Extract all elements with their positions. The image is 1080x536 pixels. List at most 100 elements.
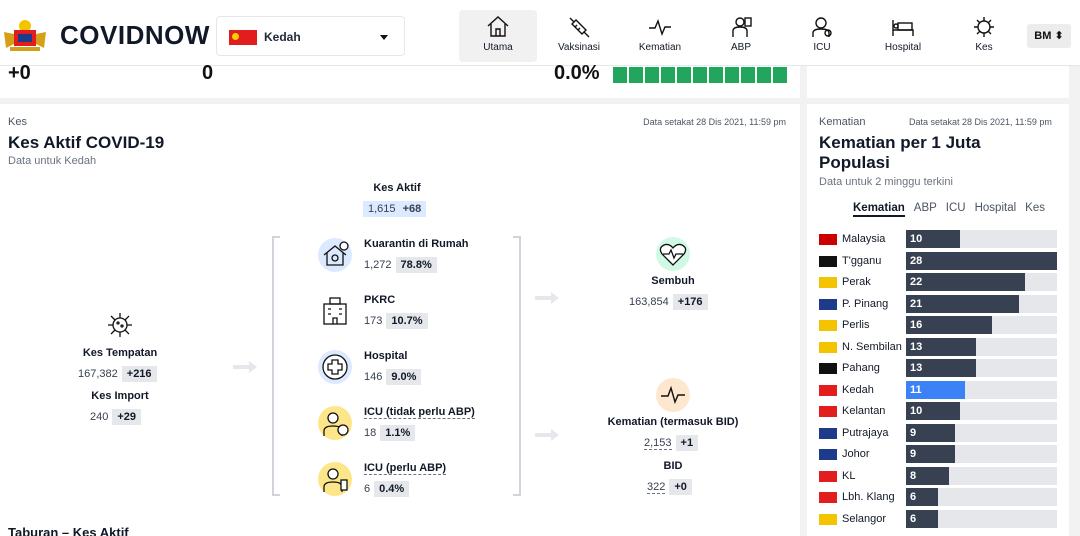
tab-abp[interactable]: ABP [702, 10, 780, 62]
chevron-down-icon [380, 35, 388, 40]
state-flag-icon [819, 320, 837, 331]
kes-aktif-card: Kes Data setakat 28 Dis 2021, 11:59 pm K… [0, 104, 800, 536]
home-icon [487, 16, 509, 37]
state-flag-icon [819, 406, 837, 417]
bar-track: 13 [906, 337, 1057, 356]
tab-icu[interactable]: ICU [946, 202, 966, 214]
bar-track: 9 [906, 423, 1057, 442]
state-name: Putrajaya [842, 426, 889, 439]
middle-values-1: 173 10.7% [364, 313, 428, 329]
bar-track: 8 [906, 466, 1057, 485]
state-row: Kelantan 10 [819, 402, 1059, 420]
middle-label-3[interactable]: ICU (tidak perlu ABP) [364, 406, 475, 419]
state-row: Lbh. Klang 6 [819, 488, 1059, 506]
data-timestamp: Data setakat 28 Dis 2021, 11:59 pm [643, 117, 786, 127]
bar-value: 22 [910, 276, 923, 288]
side-title-line1: Kematian per 1 Juta [819, 133, 981, 152]
kes-tempatan-value: 167,382 [78, 368, 118, 380]
bar-track: 9 [906, 445, 1057, 463]
state-row: Johor 9 [819, 445, 1059, 463]
middle-values-3: 18 1.1% [364, 425, 416, 441]
state-flag-icon [819, 427, 837, 439]
arrow-right-icon [535, 429, 559, 441]
kematian-label: Kematian (termasuk BID) [607, 416, 739, 428]
sembuh-values: 163,854 +176 [629, 294, 708, 310]
tab-utama[interactable]: Utama [459, 10, 537, 62]
tab-hospital[interactable]: Hospital [864, 10, 942, 62]
tab-kes[interactable]: Kes [945, 10, 1023, 62]
middle-label-1: PKRC [364, 294, 396, 306]
kematian-values: 2,153 +1 [644, 435, 699, 451]
card-eyebrow: Kes [8, 116, 27, 128]
bar-value: 13 [910, 362, 923, 374]
state-dropdown[interactable]: Kedah [216, 16, 405, 56]
bar-value: 16 [910, 319, 923, 331]
state-name: T'gganu [842, 254, 882, 267]
top-navigation-bar: COVIDNOW Kedah Utama Vaksinasi Kematian … [0, 0, 1080, 66]
strip-value-3: 0.0% [554, 62, 600, 84]
middle-label-2: Hospital [364, 350, 408, 362]
state-flag-icon [819, 513, 837, 525]
card-title: Kes Aktif COVID-19 [8, 133, 165, 152]
side-subtitle: Data untuk 2 minggu terkini [819, 176, 953, 188]
state-flag-icon [819, 449, 837, 460]
virus-icon [974, 17, 994, 37]
kes-aktif-label: Kes Aktif [373, 182, 421, 194]
bar-track: 6 [906, 509, 1057, 528]
tab-kematian[interactable]: Kematian [621, 10, 699, 62]
state-flag-icon [819, 277, 837, 288]
tab-hospital[interactable]: Hospital [975, 202, 1017, 214]
state-flag-icon [819, 384, 837, 396]
kes-tempatan-delta: +216 [121, 366, 157, 382]
bar-track: 10 [906, 230, 1057, 248]
icu-icon [812, 17, 832, 37]
kematian-per-juta-card: Kematian Data setakat 28 Dis 2021, 11:59… [807, 104, 1069, 536]
bar-fill [906, 273, 1025, 291]
language-selector[interactable]: BM ⬍ [1027, 24, 1071, 48]
middle-values-0: 1,272 78.8% [364, 257, 437, 273]
bar-fill [906, 251, 1057, 270]
tab-kematian[interactable]: Kematian [853, 202, 905, 217]
tab-kes[interactable]: Kes [1025, 202, 1045, 214]
bar-value: 28 [910, 254, 923, 267]
state-row: T'gganu 28 [819, 251, 1059, 270]
bar-value: 9 [910, 448, 917, 460]
kes-aktif-value: 1,615 [368, 203, 396, 215]
state-name: Perlis [842, 319, 870, 331]
tab-abp[interactable]: ABP [914, 202, 937, 214]
state-name: Kelantan [842, 405, 886, 417]
state-flag-icon [819, 492, 837, 503]
metric-tabs: Kematian ABP ICU Hospital Kes [853, 202, 1054, 217]
state-name: Selangor [842, 512, 887, 525]
state-flag-icon [819, 298, 837, 310]
bar-track: 11 [906, 380, 1057, 399]
app-title[interactable]: COVIDNOW [60, 20, 210, 51]
state-row: Selangor 6 [819, 509, 1059, 528]
bar-track: 22 [906, 273, 1057, 291]
middle-values-4: 6 0.4% [364, 481, 410, 497]
kes-aktif-values: 1,615 +68 [363, 201, 427, 217]
bar-track: 10 [906, 402, 1057, 420]
tab-vaksinasi[interactable]: Vaksinasi [540, 10, 618, 62]
kes-import-delta: +29 [112, 409, 142, 425]
bar-value: 6 [910, 512, 917, 525]
state-name: Pahang [842, 362, 880, 374]
bar-track: 21 [906, 294, 1057, 313]
heartbeat-icon [649, 18, 671, 37]
state-flag-icon [819, 234, 837, 245]
icu-patient-icon [318, 406, 352, 440]
bar-track: 28 [906, 251, 1057, 270]
kes-import-value: 240 [90, 411, 109, 423]
strip-value-2: 0 [202, 62, 214, 84]
side-title-line2: Populasi [819, 153, 890, 172]
tab-icu[interactable]: ICU [783, 10, 861, 62]
heartbeat-icon [656, 378, 690, 412]
bar-track: 6 [906, 488, 1057, 506]
middle-label-4[interactable]: ICU (perlu ABP) [364, 462, 447, 475]
state-row: Pahang 13 [819, 359, 1059, 377]
state-name: Malaysia [842, 233, 886, 245]
kes-tempatan-label: Kes Tempatan [82, 347, 158, 359]
previous-section-strip-right [807, 66, 1069, 98]
state-name: Johor [842, 448, 870, 460]
bracket-right [513, 236, 521, 496]
